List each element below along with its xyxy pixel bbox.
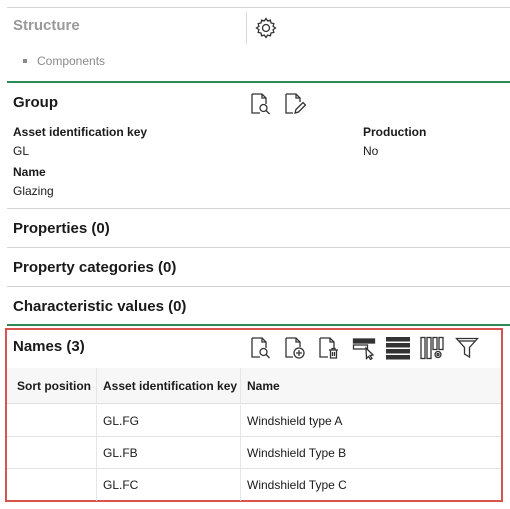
names-title: Names (3) — [13, 338, 85, 355]
table-row[interactable]: GL.FC Windshield Type C — [7, 469, 501, 501]
property-categories-section[interactable]: Property categories (0) — [13, 259, 176, 276]
table-row[interactable]: GL.FG Windshield type A — [7, 405, 501, 437]
bullet-icon — [23, 59, 27, 63]
edit-icon[interactable] — [282, 92, 307, 116]
asset-key-value: GL — [13, 144, 30, 158]
name-cell: Windshield type A — [247, 414, 343, 428]
section-divider-accent — [7, 324, 510, 326]
name-cell: Windshield Type B — [247, 446, 347, 460]
view-details-icon[interactable] — [248, 92, 272, 116]
column-divider — [96, 405, 97, 436]
delete-document-icon[interactable] — [316, 336, 340, 360]
header-divider — [246, 12, 247, 44]
name-cell: Windshield Type C — [247, 478, 347, 492]
column-header-name[interactable]: Name — [247, 379, 280, 393]
structure-item-components[interactable]: Components — [23, 54, 105, 68]
gear-icon[interactable] — [254, 16, 278, 40]
characteristic-values-section[interactable]: Characteristic values (0) — [13, 298, 186, 315]
production-value: No — [363, 144, 379, 158]
properties-section[interactable]: Properties (0) — [13, 220, 110, 237]
asset-key-label: Asset identification key — [13, 125, 148, 139]
column-divider — [96, 437, 97, 468]
group-title: Group — [13, 94, 58, 111]
column-divider — [240, 437, 241, 468]
view-details-icon[interactable] — [248, 336, 272, 360]
structure-item-label: Components — [37, 54, 106, 68]
asset-key-cell: GL.FC — [103, 478, 139, 492]
column-divider — [240, 469, 241, 501]
section-divider-accent — [7, 81, 510, 83]
filter-icon[interactable] — [455, 336, 479, 360]
asset-key-cell: GL.FG — [103, 414, 140, 428]
select-columns-icon[interactable] — [352, 336, 376, 361]
list-view-icon[interactable] — [386, 336, 410, 360]
structure-title: Structure — [13, 17, 80, 34]
top-divider — [7, 7, 510, 8]
names-table-header: Sort position Asset identification key N… — [7, 368, 501, 404]
column-header-asset-key[interactable]: Asset identification key — [103, 379, 237, 393]
column-divider — [240, 368, 241, 403]
section-divider — [7, 286, 510, 287]
section-divider — [7, 247, 510, 248]
add-document-icon[interactable] — [282, 336, 306, 360]
table-row[interactable]: GL.FB Windshield Type B — [7, 437, 501, 469]
asset-key-cell: GL.FB — [103, 446, 138, 460]
column-divider — [96, 469, 97, 501]
column-divider — [96, 368, 97, 403]
name-label: Name — [13, 165, 46, 179]
section-divider — [7, 208, 510, 209]
production-label: Production — [363, 125, 427, 139]
column-settings-icon[interactable] — [420, 336, 444, 360]
name-value: Glazing — [13, 184, 54, 198]
column-header-sort-position[interactable]: Sort position — [17, 379, 91, 393]
column-divider — [240, 405, 241, 436]
